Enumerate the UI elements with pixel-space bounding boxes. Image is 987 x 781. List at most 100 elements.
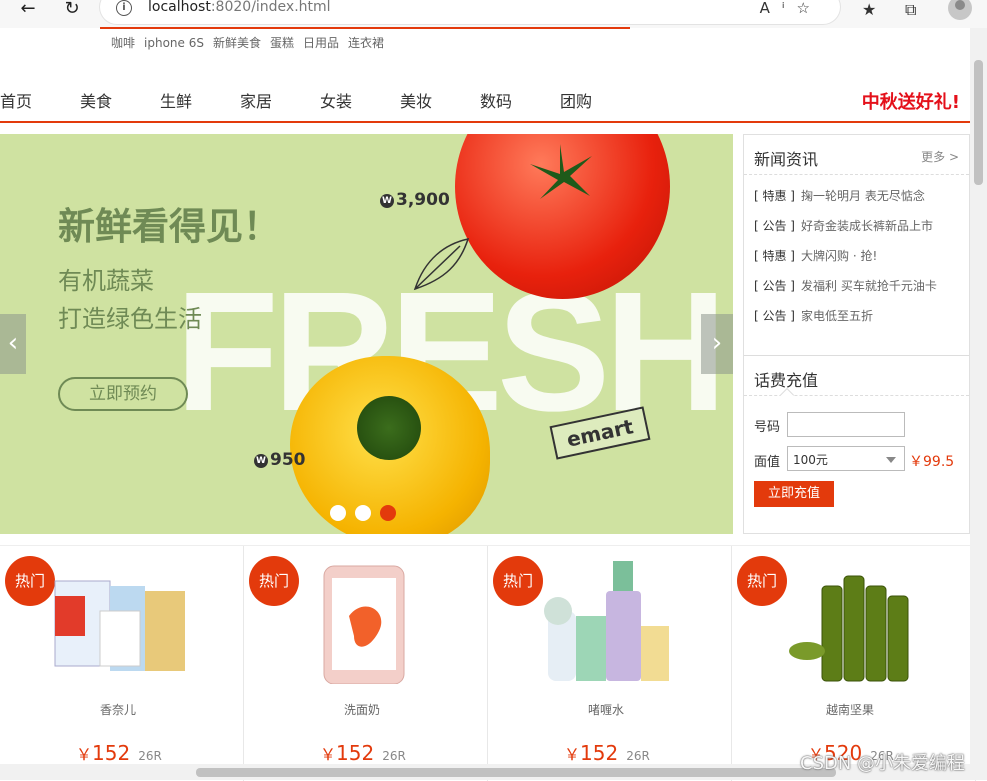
nav-item-home-living[interactable]: 家居 [240,88,272,112]
carousel-dots [330,505,405,525]
hot-badge: 热门 [493,556,543,606]
product-card[interactable]: 热门香奈儿 ￥152 26R [0,546,244,781]
news-tag: [ 公告 ] [754,309,795,323]
recharge-button[interactable]: 立即充值 [754,481,834,507]
product-card[interactable]: 热门啫喱水 ￥152 26R [488,546,732,781]
news-item[interactable]: [ 公告 ] 发福利 买车就抢千元油卡 [754,277,937,307]
sold-count: 26R [382,749,406,763]
chevron-down-icon [886,457,896,463]
product-name[interactable]: 越南坚果 [732,701,968,718]
sold-count: 26R [626,749,650,763]
carousel-dot[interactable] [380,505,396,521]
back-icon[interactable]: ← [16,0,40,20]
hot-word-link[interactable]: 新鲜美食 [213,36,261,50]
news-text: 掬一轮明月 表无尽惦念 [801,189,925,203]
news-tag: [ 公告 ] [754,219,795,233]
leaf-doodle-icon [413,237,470,291]
recharge-price: ￥99.5 [909,454,955,470]
hot-badge: 热门 [249,556,299,606]
nav-item-fresh[interactable]: 生鲜 [160,88,192,112]
news-text: 好奇金装成长裤新品上市 [801,219,934,233]
product-image[interactable] [294,556,434,684]
product-name[interactable]: 洗面奶 [244,701,480,718]
price-value: 152 [336,741,375,765]
banner-title: 新鲜看得见！ [58,205,280,248]
nav-item-food[interactable]: 美食 [80,88,112,112]
hot-badge: 热门 [737,556,787,606]
hot-word-link[interactable]: 咖啡 [111,36,135,50]
address-bar[interactable]: i localhost:8020/index.html Aⁱ☆ [100,0,840,24]
product-card[interactable]: 热门 越南坚果 ￥520 26R [732,546,976,781]
collections-icon[interactable]: ⧉ [905,0,916,20]
news-tag: [ 特惠 ] [754,189,795,203]
currency-symbol: ￥ [320,745,337,764]
banner-carousel[interactable]: FRESH 新鲜看得见！ 有机蔬菜 打造绿色生活 立即预约 W 3,900 W 95… [0,134,733,534]
nav-item-group-buy[interactable]: 团购 [560,88,592,112]
reload-icon[interactable]: ↻ [60,0,84,20]
price-value: 152 [92,741,131,765]
product-image[interactable] [782,556,922,684]
news-text: 大牌闪购 · 抢! [801,249,878,263]
news-item[interactable]: [ 特惠 ] 大牌闪购 · 抢! [754,247,937,277]
hot-word-link[interactable]: 日用品 [303,36,339,50]
news-item[interactable]: [ 特惠 ] 掬一轮明月 表无尽惦念 [754,187,937,217]
tomato-price: W 3,900 [380,190,450,210]
news-tag: [ 特惠 ] [754,249,795,263]
hot-badge: 热门 [5,556,55,606]
nav-item-womens[interactable]: 女装 [320,88,352,112]
sold-count: 26R [138,749,162,763]
nav-item-beauty[interactable]: 美妆 [400,88,432,112]
sidebar: 新闻资讯 更多 > [ 特惠 ] 掬一轮明月 表无尽惦念 [ 公告 ] 好奇金装成长裤… [743,134,970,534]
recharge-header-line [744,395,969,396]
favorites-icon[interactable]: ★ [862,0,876,19]
hot-search-words: 咖啡 iphone 6S 新鲜美食 蛋糕 日用品 连衣裙 [111,34,393,51]
sidebar-divider [744,355,969,356]
news-tag: [ 公告 ] [754,279,795,293]
main-nav: 首页 美食 生鲜 家居 女装 美妆 数码 团购 中秋送好礼! [0,88,970,114]
read-aloud-icon[interactable]: Aⁱ [760,0,797,17]
url-text[interactable]: localhost:8020/index.html [148,0,331,15]
address-bar-actions: Aⁱ☆ [760,0,822,17]
amount-select[interactable]: 100元 [787,446,905,471]
news-item[interactable]: [ 公告 ] 家电低至五折 [754,307,937,337]
news-more-link[interactable]: 更多 > [921,148,959,165]
add-favorite-icon[interactable]: ☆ [797,0,822,17]
info-icon[interactable]: i [116,0,132,16]
tomato-stem-icon [530,144,592,199]
vertical-scrollbar[interactable] [970,28,987,764]
product-name[interactable]: 香奈儿 [0,701,236,718]
product-image[interactable] [50,556,190,684]
browser-toolbar: ← ↻ i localhost:8020/index.html Aⁱ☆ ★ ⧉ [0,0,987,28]
product-price: ￥152 26R [76,741,162,765]
phone-label: 号码 [754,420,781,435]
csdn-watermark: CSDN @小朱爱编程 [800,753,966,774]
news-list: [ 特惠 ] 掬一轮明月 表无尽惦念 [ 公告 ] 好奇金装成长裤新品上市 [ 特惠 ]… [754,187,937,337]
reserve-button[interactable]: 立即预约 [58,377,188,411]
nav-divider [0,121,970,123]
carousel-next-button[interactable]: › [701,314,733,374]
vertical-scroll-thumb[interactable] [974,60,983,185]
hot-word-link[interactable]: 连衣裙 [348,36,384,50]
promo-link[interactable]: 中秋送好礼! [862,88,960,114]
currency-symbol: ￥ [564,745,581,764]
carousel-dot[interactable] [355,505,371,521]
price-value: 152 [580,741,619,765]
carousel-dot[interactable] [330,505,346,521]
nav-item-digital[interactable]: 数码 [480,88,512,112]
phone-input[interactable] [787,412,905,437]
profile-icon[interactable] [948,0,972,20]
hot-word-link[interactable]: iphone 6S [144,36,204,50]
horizontal-scroll-thumb[interactable] [196,768,836,777]
hot-word-link[interactable]: 蛋糕 [270,36,294,50]
product-card[interactable]: 热门洗面奶 ￥152 26R [244,546,488,781]
product-price: ￥152 26R [564,741,650,765]
news-title: 新闻资讯 [754,150,819,169]
currency-symbol: ￥ [76,745,93,764]
product-image[interactable] [538,556,678,684]
pepper-stem [357,396,421,460]
nav-item-home[interactable]: 首页 [0,88,32,112]
carousel-prev-button[interactable]: ‹ [0,314,26,374]
news-item[interactable]: [ 公告 ] 好奇金装成长裤新品上市 [754,217,937,247]
product-name[interactable]: 啫喱水 [488,701,724,718]
search-box-border [100,27,630,29]
